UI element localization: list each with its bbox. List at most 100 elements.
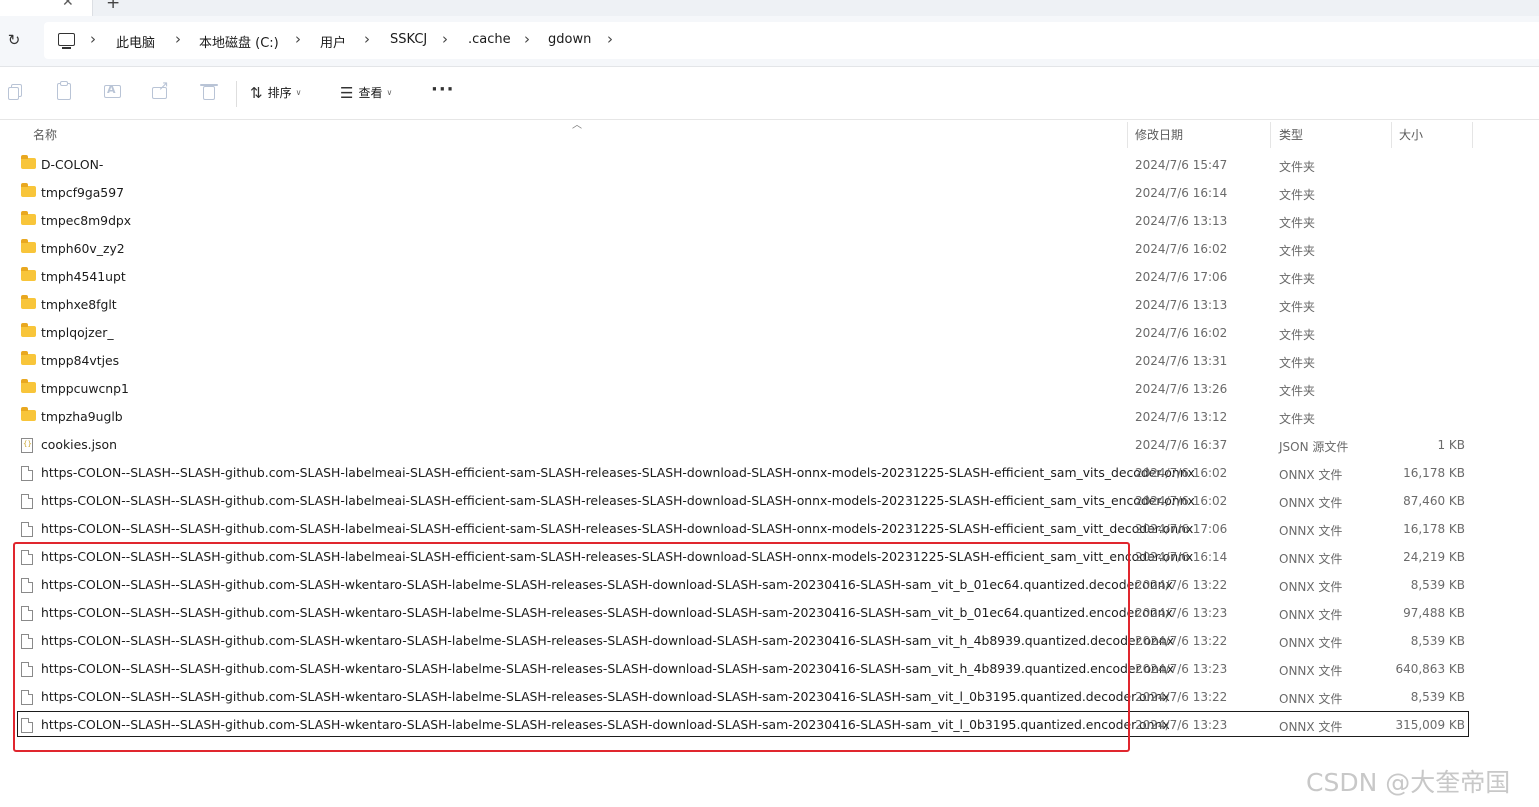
view-label: 查看	[358, 86, 383, 100]
sort-label: 排序	[267, 86, 292, 100]
file-name: D-COLON-	[41, 157, 104, 172]
file-row[interactable]: https-COLON--SLASH--SLASH-github.com-SLA…	[0, 487, 1539, 515]
file-row[interactable]: tmpzha9uglb 2024/7/6 13:12 文件夹	[0, 403, 1539, 431]
file-name: cookies.json	[41, 437, 117, 452]
column-divider[interactable]	[1391, 122, 1392, 148]
sort-button[interactable]: ⇅ 排序 ∨	[250, 81, 301, 105]
column-divider[interactable]	[1127, 122, 1128, 148]
breadcrumb-local-disk[interactable]: 本地磁盘 (C:)	[199, 32, 279, 51]
address-row: ↻ › 此电脑 › 本地磁盘 (C:) › 用户 › SSKCJ › .cach…	[0, 16, 1539, 67]
file-type: 文件夹	[1279, 272, 1316, 286]
file-icon	[21, 466, 33, 481]
file-row[interactable]: cookies.json 2024/7/6 16:37 JSON 源文件 1 KB	[0, 431, 1539, 459]
paste-icon[interactable]	[56, 81, 74, 100]
file-modified-date: 2024/7/6 16:02	[1135, 326, 1228, 340]
new-tab-icon[interactable]: +	[106, 0, 120, 13]
file-modified-date: 2024/7/6 17:06	[1135, 522, 1228, 536]
file-type: ONNX 文件	[1279, 720, 1343, 734]
file-type: 文件夹	[1279, 216, 1316, 230]
folder-icon	[21, 239, 36, 253]
file-size: 8,539 KB	[1410, 634, 1465, 648]
chevron-right-icon[interactable]: ›	[524, 30, 530, 48]
chevron-right-icon[interactable]: ›	[90, 30, 96, 48]
file-row[interactable]: tmph60v_zy2 2024/7/6 16:02 文件夹	[0, 235, 1539, 263]
file-type: 文件夹	[1279, 356, 1316, 370]
file-row[interactable]: tmpp84vtjes 2024/7/6 13:31 文件夹	[0, 347, 1539, 375]
file-modified-date: 2024/7/6 15:47	[1135, 158, 1228, 172]
column-header-size[interactable]: 大小	[1399, 126, 1423, 143]
file-row[interactable]: tmph4541upt 2024/7/6 17:06 文件夹	[0, 263, 1539, 291]
breadcrumb-gdown[interactable]: gdown	[548, 32, 591, 47]
copy-icon[interactable]	[8, 82, 26, 100]
share-icon[interactable]: ↗	[152, 79, 170, 100]
file-type: ONNX 文件	[1279, 692, 1343, 706]
file-type: ONNX 文件	[1279, 552, 1343, 566]
file-row[interactable]: tmpcf9ga597 2024/7/6 16:14 文件夹	[0, 179, 1539, 207]
column-header-modified[interactable]: 修改日期	[1135, 126, 1183, 143]
file-row[interactable]: https-COLON--SLASH--SLASH-github.com-SLA…	[0, 459, 1539, 487]
file-row[interactable]: tmppcuwcnp1 2024/7/6 13:26 文件夹	[0, 375, 1539, 403]
column-header-name[interactable]: 名称	[33, 126, 57, 143]
file-name: tmpzha9uglb	[41, 409, 123, 424]
file-type: ONNX 文件	[1279, 468, 1343, 482]
chevron-right-icon[interactable]: ›	[175, 30, 181, 48]
file-modified-date: 2024/7/6 13:13	[1135, 298, 1228, 312]
file-size: 8,539 KB	[1410, 578, 1465, 592]
highlight-annotation-box	[13, 542, 1130, 752]
json-file-icon	[21, 438, 33, 453]
breadcrumb-user-folder[interactable]: SSKCJ	[390, 32, 427, 47]
file-type: ONNX 文件	[1279, 496, 1343, 510]
file-modified-date: 2024/7/6 13:13	[1135, 214, 1228, 228]
file-type: 文件夹	[1279, 300, 1316, 314]
file-name: tmpp84vtjes	[41, 353, 120, 368]
column-divider[interactable]	[1270, 122, 1271, 148]
breadcrumb-cache[interactable]: .cache	[468, 32, 511, 47]
file-row[interactable]: tmphxe8fglt 2024/7/6 13:13 文件夹	[0, 291, 1539, 319]
chevron-right-icon[interactable]: ›	[607, 30, 613, 48]
file-modified-date: 2024/7/6 13:31	[1135, 354, 1228, 368]
address-bar[interactable]: › 此电脑 › 本地磁盘 (C:) › 用户 › SSKCJ › .cache …	[44, 22, 1539, 59]
file-row[interactable]: tmpec8m9dpx 2024/7/6 13:13 文件夹	[0, 207, 1539, 235]
more-options-button[interactable]: ···	[431, 79, 455, 100]
file-type: 文件夹	[1279, 384, 1316, 398]
sort-icon: ⇅	[250, 84, 263, 102]
rename-icon[interactable]: A	[104, 82, 122, 100]
file-modified-date: 2024/7/6 13:23	[1135, 606, 1228, 620]
close-tab-icon[interactable]: ✕	[62, 0, 74, 10]
column-header-type[interactable]: 类型	[1279, 126, 1303, 143]
this-pc-icon[interactable]	[58, 33, 75, 49]
file-icon	[21, 494, 33, 509]
file-name: tmppcuwcnp1	[41, 381, 129, 396]
file-row[interactable]: https-COLON--SLASH--SLASH-github.com-SLA…	[0, 515, 1539, 543]
file-size: 640,863 KB	[1395, 662, 1465, 676]
file-type: ONNX 文件	[1279, 580, 1343, 594]
file-modified-date: 2024/7/6 16:14	[1135, 186, 1228, 200]
file-modified-date: 2024/7/6 16:37	[1135, 438, 1228, 452]
file-size: 8,539 KB	[1410, 690, 1465, 704]
folder-icon	[21, 323, 36, 337]
view-button[interactable]: ☰ 查看 ∨	[340, 81, 392, 105]
refresh-icon[interactable]: ↻	[6, 32, 22, 48]
command-bar: A ↗ ⇅ 排序 ∨ ☰ 查看 ∨ ···	[0, 67, 1539, 120]
chevron-right-icon[interactable]: ›	[295, 30, 301, 48]
chevron-right-icon[interactable]: ›	[364, 30, 370, 48]
file-name: tmpec8m9dpx	[41, 213, 132, 228]
file-modified-date: 2024/7/6 13:22	[1135, 690, 1228, 704]
file-row[interactable]: D-COLON- 2024/7/6 15:47 文件夹	[0, 151, 1539, 179]
breadcrumb-this-pc[interactable]: 此电脑	[116, 32, 155, 51]
folder-icon	[21, 211, 36, 225]
file-modified-date: 2024/7/6 16:02	[1135, 466, 1228, 480]
chevron-right-icon[interactable]: ›	[442, 30, 448, 48]
file-type: 文件夹	[1279, 160, 1316, 174]
folder-icon	[21, 295, 36, 309]
file-type: ONNX 文件	[1279, 524, 1343, 538]
file-size: 1 KB	[1437, 438, 1465, 452]
file-type: 文件夹	[1279, 412, 1316, 426]
file-row[interactable]: tmplqojzer_ 2024/7/6 16:02 文件夹	[0, 319, 1539, 347]
browser-tab[interactable]: ✕	[0, 0, 93, 16]
file-name: tmplqojzer_	[41, 325, 114, 340]
breadcrumb-users[interactable]: 用户	[320, 32, 346, 51]
file-type: ONNX 文件	[1279, 608, 1343, 622]
column-divider[interactable]	[1472, 122, 1473, 148]
delete-icon[interactable]	[200, 82, 218, 100]
